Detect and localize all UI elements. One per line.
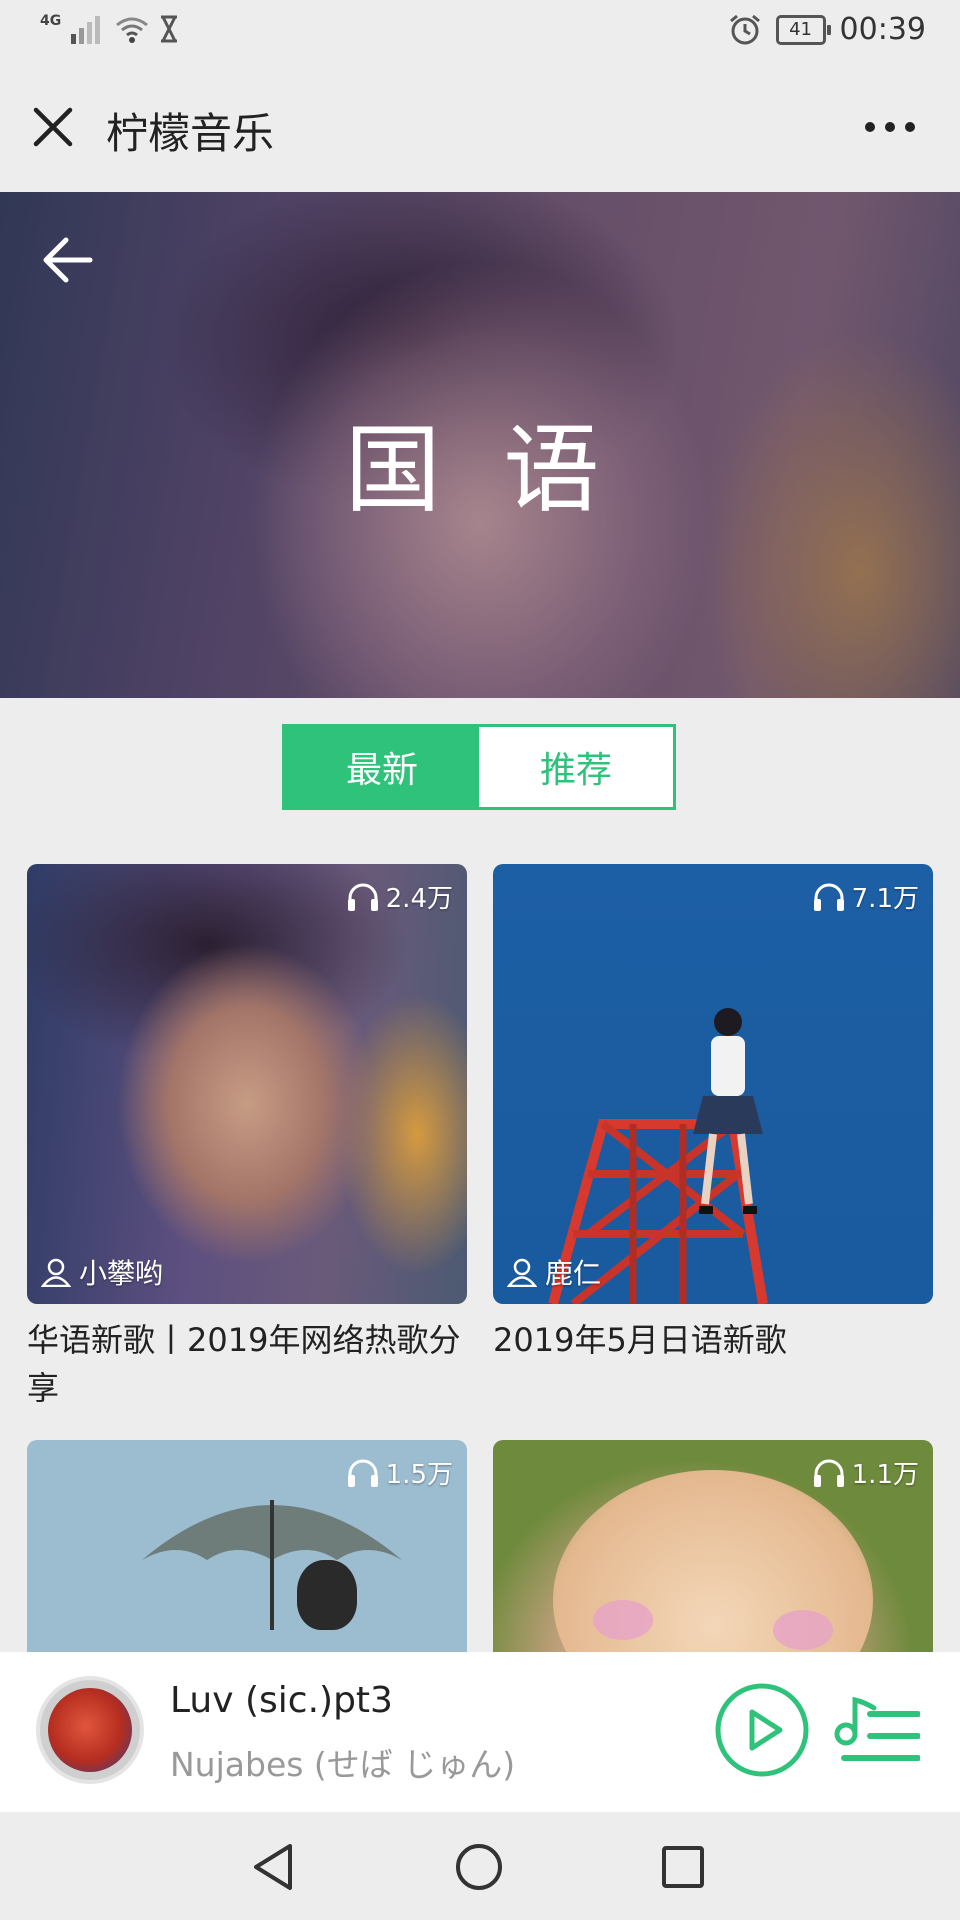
author-name: 鹿仁 (545, 1257, 602, 1290)
song-title: Luv (sic.)pt3 (170, 1680, 393, 1721)
playlist-card[interactable]: 2.4万 小攀哟 华语新歌丨2019年网络热歌分享 (27, 864, 467, 1412)
hourglass-icon (161, 15, 178, 43)
headphones-icon (347, 883, 378, 911)
segmented-tabs: 最新 推荐 (282, 724, 676, 810)
play-count-value: 1.5万 (385, 1460, 453, 1490)
network-type: 4G (40, 13, 62, 29)
now-playing-bar[interactable]: Luv (sic.)pt3 Nujabes (せば じゅん) (0, 1652, 960, 1812)
more-icon[interactable] (860, 112, 920, 142)
playlist-cover[interactable]: 7.1万 鹿仁 (493, 864, 933, 1304)
cover-illustration (142, 1500, 402, 1630)
playlist-author: 小攀哟 (41, 1252, 163, 1292)
nav-home-icon[interactable] (454, 1842, 504, 1892)
hero-title: 国 语 (344, 414, 616, 526)
play-count: 7.1万 (812, 878, 919, 915)
playlist-cover[interactable]: 2.4万 小攀哟 (27, 864, 467, 1304)
playlist-author: 鹿仁 (507, 1252, 601, 1292)
back-arrow-icon[interactable] (40, 232, 96, 288)
clock: 00:39 (839, 12, 926, 47)
title-bar: 柠檬音乐 (0, 64, 960, 192)
play-count-value: 1.1万 (851, 1460, 919, 1490)
play-icon[interactable] (714, 1682, 810, 1778)
status-bar: 4G 41 00:39 (0, 0, 960, 64)
battery-indicator: 41 (775, 14, 831, 45)
play-count: 2.4万 (346, 878, 453, 915)
cover-detail (773, 1610, 833, 1650)
playlist-card[interactable]: 7.1万 鹿仁 2019年5月日语新歌 (493, 864, 933, 1364)
playlist-icon[interactable] (834, 1692, 920, 1772)
nav-recent-apps-icon[interactable] (660, 1844, 706, 1890)
tab-latest[interactable]: 最新 (285, 727, 479, 807)
play-count: 1.5万 (346, 1454, 453, 1491)
user-icon (41, 1258, 71, 1287)
play-count-value: 2.4万 (385, 884, 453, 914)
status-left: 4G (40, 13, 179, 44)
user-icon (507, 1258, 537, 1287)
close-icon[interactable] (30, 104, 76, 150)
alarm-icon (729, 14, 760, 44)
headphones-icon (813, 883, 844, 911)
playlist-title[interactable]: 华语新歌丨2019年网络热歌分享 (27, 1316, 467, 1412)
headphones-icon (813, 1459, 844, 1487)
hero-banner: 国 语 (0, 192, 960, 698)
author-name: 小攀哟 (79, 1257, 164, 1290)
status-right: 41 00:39 (728, 12, 926, 47)
nav-back-icon[interactable] (250, 1842, 298, 1892)
cover-figure (297, 1560, 357, 1630)
system-nav-bar (0, 1812, 960, 1920)
wifi-icon (116, 17, 149, 43)
page-title: 柠檬音乐 (106, 109, 275, 158)
play-count-value: 7.1万 (851, 884, 919, 914)
album-disc[interactable] (36, 1676, 144, 1784)
play-count: 1.1万 (812, 1454, 919, 1491)
headphones-icon (347, 1459, 378, 1487)
signal-icon (71, 16, 101, 44)
cover-detail (593, 1600, 653, 1640)
cover-figure (693, 1008, 763, 1214)
song-artist: Nujabes (せば じゅん) (170, 1745, 516, 1784)
album-art (48, 1688, 132, 1772)
tab-recommended[interactable]: 推荐 (479, 727, 673, 807)
playlist-title[interactable]: 2019年5月日语新歌 (493, 1316, 933, 1364)
